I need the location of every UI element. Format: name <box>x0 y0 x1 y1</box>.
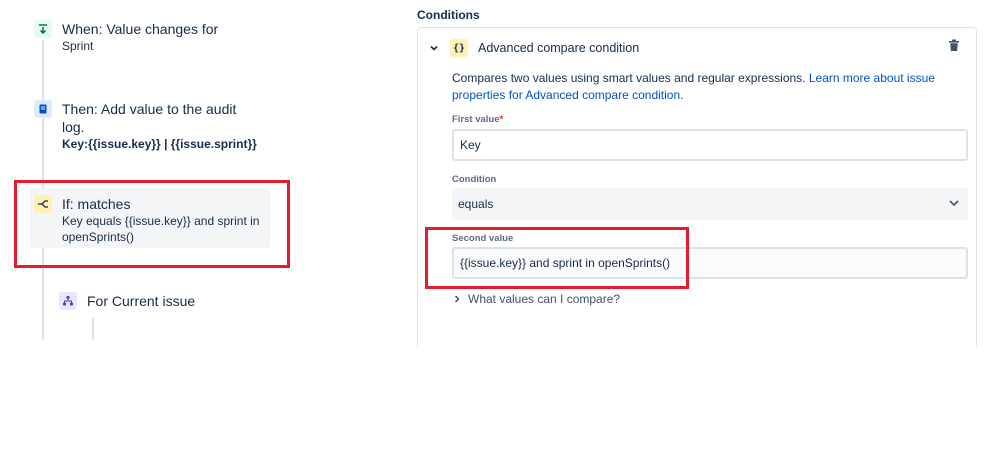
first-value-input[interactable]: Key <box>452 129 968 161</box>
first-value-text: Key <box>460 138 481 152</box>
action-subtitle: Key:{{issue.key}} | {{issue.sprint}} <box>62 137 257 151</box>
condition-select[interactable]: equals <box>452 188 968 220</box>
hierarchy-icon <box>59 292 77 310</box>
what-values-expander[interactable]: What values can I compare? <box>452 292 620 306</box>
action-title-line1: Then: Add value to the audit <box>62 101 237 117</box>
condition-label: Condition <box>452 174 497 185</box>
branch-connector-line <box>92 318 94 340</box>
trigger-title: When: Value changes for <box>62 21 219 37</box>
rule-node-trigger[interactable]: When: Value changes for Sprint <box>34 20 218 54</box>
highlight-box-second-value <box>425 227 689 289</box>
trigger-subtitle: Sprint <box>62 39 94 53</box>
conditions-section-label: Conditions <box>417 8 480 22</box>
condition-select-value: equals <box>458 197 494 211</box>
card-title: Advanced compare condition <box>478 41 640 55</box>
rule-node-action[interactable]: Then: Add value to the audit log. Key:{{… <box>34 100 257 152</box>
chevron-down-icon[interactable] <box>426 40 442 56</box>
description-text: Compares two values using smart values a… <box>452 71 806 85</box>
download-arrow-icon <box>34 20 52 38</box>
expander-label: What values can I compare? <box>468 292 621 306</box>
trash-icon[interactable] <box>948 39 960 57</box>
card-description: Compares two values using smart values a… <box>452 70 972 104</box>
curly-braces-icon: {} <box>450 39 468 57</box>
first-value-label: First value* <box>452 114 504 125</box>
branch-title: For Current issue <box>87 293 196 309</box>
document-icon <box>34 100 52 118</box>
action-title-line2: log. <box>62 119 85 135</box>
chevron-right-icon <box>452 294 466 304</box>
highlight-box-condition-node <box>14 180 290 268</box>
rule-node-branch[interactable]: For Current issue <box>59 292 195 310</box>
card-header: {} Advanced compare condition <box>426 38 966 58</box>
description-end: . <box>680 88 684 102</box>
chevron-down-icon <box>948 197 960 212</box>
condition-config-panel: Conditions {} Advanced compare condition… <box>417 0 977 347</box>
advanced-compare-card: {} Advanced compare condition Compares t… <box>417 27 977 347</box>
required-marker: * <box>499 114 504 125</box>
